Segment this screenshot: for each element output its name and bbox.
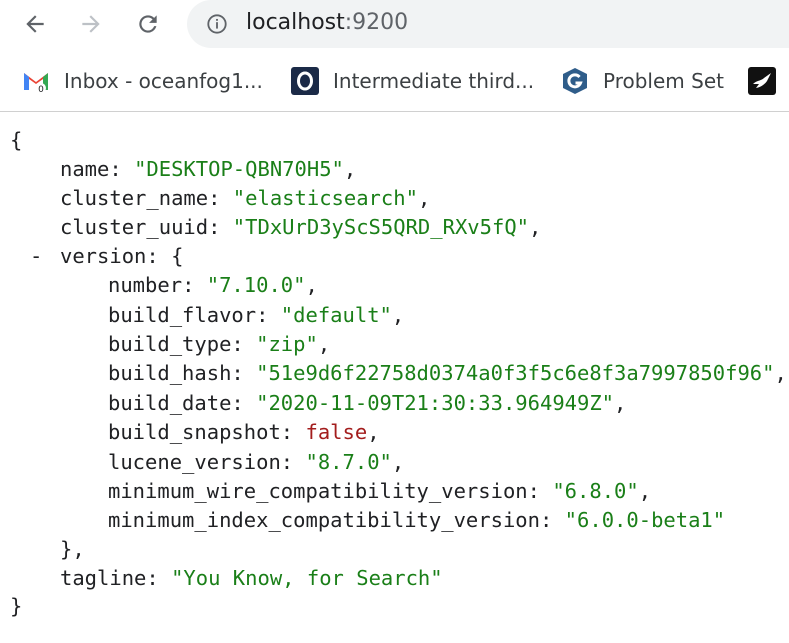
bookmark-inbox[interactable]: 0 Inbox - oceanfog1... <box>22 64 263 98</box>
json-value: "7.10.0" <box>206 273 306 297</box>
json-value: "DESKTOP-QBN70H5" <box>134 157 344 181</box>
o-site-icon <box>291 67 319 95</box>
bookmark-label: Problem Set <box>603 69 724 93</box>
json-key: tagline <box>60 566 147 590</box>
g-site-icon <box>561 67 589 95</box>
json-row-build-hash: build_hash: "51e9d6f22758d0374a0f3f5c6e8… <box>108 361 787 385</box>
json-value: "6.8.0" <box>552 479 639 503</box>
json-key: cluster_name <box>60 186 209 210</box>
json-value: "8.7.0" <box>305 450 392 474</box>
url-host: localhost <box>246 10 345 35</box>
address-bar[interactable]: localhost:9200 <box>187 0 789 48</box>
json-row-lucene-version: lucene_version: "8.7.0", <box>108 450 405 474</box>
json-row-build-flavor: build_flavor: "default", <box>108 303 405 327</box>
url-text[interactable]: localhost:9200 <box>246 9 766 37</box>
json-row-min-wire: minimum_wire_compatibility_version: "6.8… <box>108 479 652 503</box>
json-value: "TDxUrD3yScS5QRD_RXv5fQ" <box>232 215 530 239</box>
bookmark-label: Inbox - oceanfog1... <box>64 69 263 93</box>
gmail-icon: 0 <box>22 67 50 95</box>
json-value: "zip" <box>256 332 318 356</box>
json-key: build_date <box>108 391 232 415</box>
bookmark-problem-set[interactable]: Problem Set <box>561 64 724 98</box>
json-row-cluster-name: cluster_name: "elasticsearch", <box>60 186 431 210</box>
reload-icon[interactable] <box>131 7 165 41</box>
json-value: "6.0.0-beta1" <box>564 508 726 532</box>
json-value-boolean: false <box>305 420 368 444</box>
json-key: minimum_index_compatibility_version <box>108 508 540 532</box>
bird-icon <box>748 67 776 95</box>
json-row-build-type: build_type: "zip", <box>108 332 331 356</box>
collapse-toggle-version[interactable]: - <box>30 242 46 271</box>
json-close-brace: } <box>10 594 23 618</box>
json-row-number: number: "7.10.0", <box>108 273 318 297</box>
bookmark-label: Intermediate third... <box>333 69 535 93</box>
json-key: number <box>108 273 183 297</box>
json-value: "elasticsearch" <box>232 186 418 210</box>
json-row-build-date: build_date: "2020-11-09T21:30:33.964949Z… <box>108 391 627 415</box>
json-value: "You Know, for Search" <box>171 566 443 590</box>
json-key: build_flavor <box>108 303 257 327</box>
json-key: lucene_version <box>108 450 281 474</box>
json-key: build_type <box>108 332 232 356</box>
back-arrow-icon[interactable] <box>18 7 52 41</box>
bookmark-bird[interactable] <box>748 64 789 98</box>
svg-text:0: 0 <box>38 85 44 93</box>
site-info-icon[interactable] <box>206 13 228 35</box>
json-key: build_snapshot <box>108 420 281 444</box>
json-open-brace: { <box>10 128 23 152</box>
json-viewer: { name: "DESKTOP-QBN70H5", cluster_name:… <box>0 112 789 643</box>
forward-arrow-icon[interactable] <box>74 7 108 41</box>
json-key: minimum_wire_compatibility_version <box>108 479 528 503</box>
json-key: build_hash <box>108 361 232 385</box>
json-value: "51e9d6f22758d0374a0f3f5c6e8f3a7997850f9… <box>256 361 775 385</box>
url-port: :9200 <box>344 10 409 35</box>
json-row-version: version: { <box>60 244 184 268</box>
json-row-name: name: "DESKTOP-QBN70H5", <box>60 157 357 181</box>
bookmark-intermediate[interactable]: Intermediate third... <box>291 64 534 98</box>
json-version-close: }, <box>60 537 85 561</box>
json-value: "2020-11-09T21:30:33.964949Z" <box>256 391 615 415</box>
json-row-tagline: tagline: "You Know, for Search" <box>60 566 443 590</box>
bookmarks-bar: 0 Inbox - oceanfog1... Intermediate thir… <box>0 56 789 106</box>
json-row-cluster-uuid: cluster_uuid: "TDxUrD3yScS5QRD_RXv5fQ", <box>60 215 542 239</box>
json-key: name <box>60 157 110 181</box>
json-value: "default" <box>280 303 392 327</box>
json-key: version <box>60 244 147 268</box>
json-row-min-index: minimum_index_compatibility_version: "6.… <box>108 508 726 532</box>
browser-toolbar: localhost:9200 <box>0 0 789 50</box>
json-key: cluster_uuid <box>60 215 209 239</box>
json-row-build-snapshot: build_snapshot: false, <box>108 420 380 444</box>
